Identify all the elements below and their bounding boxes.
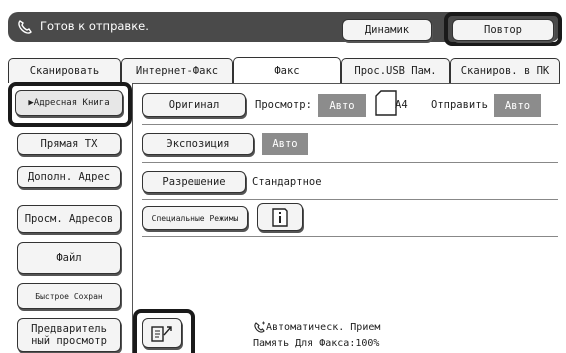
original-button[interactable]: Оригинал bbox=[142, 93, 246, 117]
divider bbox=[142, 199, 558, 200]
quick-save-button[interactable]: Быстрое Сохран bbox=[17, 283, 121, 309]
auto-receive-status: Автоматическ. Прием bbox=[266, 322, 381, 333]
additional-address-button[interactable]: Дополн. Адрес bbox=[17, 166, 121, 188]
special-modes-button[interactable]: Специальные Режимы bbox=[142, 206, 248, 230]
preview-button-line1: Предваритель bbox=[31, 323, 107, 335]
send-value: Авто bbox=[494, 94, 541, 117]
preview-button[interactable]: Предваритель ный просмотр bbox=[17, 318, 121, 352]
rotate-page-icon bbox=[151, 326, 172, 342]
dynamic-button[interactable]: Динамик bbox=[342, 19, 432, 41]
preview-button-line2: ный просмотр bbox=[31, 335, 107, 347]
status-text: Готов к отправке. bbox=[40, 19, 149, 33]
view-addresses-button[interactable]: Просм. Адресов bbox=[17, 205, 121, 233]
tab-internet-fax[interactable]: Интернет-Факс bbox=[121, 58, 233, 83]
rotate-preview-button[interactable] bbox=[142, 318, 182, 348]
auto-receive-phone-icon bbox=[254, 321, 265, 333]
address-book-button[interactable]: ▶Адресная Книга bbox=[15, 90, 123, 116]
file-button[interactable]: Файл bbox=[17, 242, 121, 274]
preview-label: Просмотр: bbox=[255, 99, 312, 111]
divider bbox=[142, 124, 558, 125]
fax-memory-status: Память Для Факса:100% bbox=[253, 338, 380, 349]
info-button[interactable] bbox=[257, 203, 303, 231]
paper-size-value: A4 bbox=[395, 99, 408, 111]
direct-tx-button[interactable]: Прямая TX bbox=[17, 133, 121, 155]
tab-scan-to-pc[interactable]: Сканиров. в ПК bbox=[450, 58, 560, 83]
tab-usb-memory[interactable]: Прос.USB Пам. bbox=[341, 58, 450, 83]
send-label: Отправить bbox=[431, 99, 488, 111]
phone-icon bbox=[18, 20, 32, 34]
tab-scan[interactable]: Сканировать bbox=[8, 58, 121, 83]
divider bbox=[142, 236, 558, 237]
exposure-value: Авто bbox=[262, 133, 308, 155]
tab-fax[interactable]: Факс bbox=[233, 57, 341, 84]
repeat-button[interactable]: Повтор bbox=[452, 19, 554, 41]
preview-value: Авто bbox=[318, 94, 366, 117]
exposure-button[interactable]: Экспозиция bbox=[142, 133, 254, 155]
paper-size-icon bbox=[375, 90, 397, 116]
divider bbox=[142, 162, 558, 163]
info-icon bbox=[272, 208, 288, 227]
resolution-value: Стандартное bbox=[252, 176, 322, 188]
resolution-button[interactable]: Разрешение bbox=[142, 171, 246, 193]
